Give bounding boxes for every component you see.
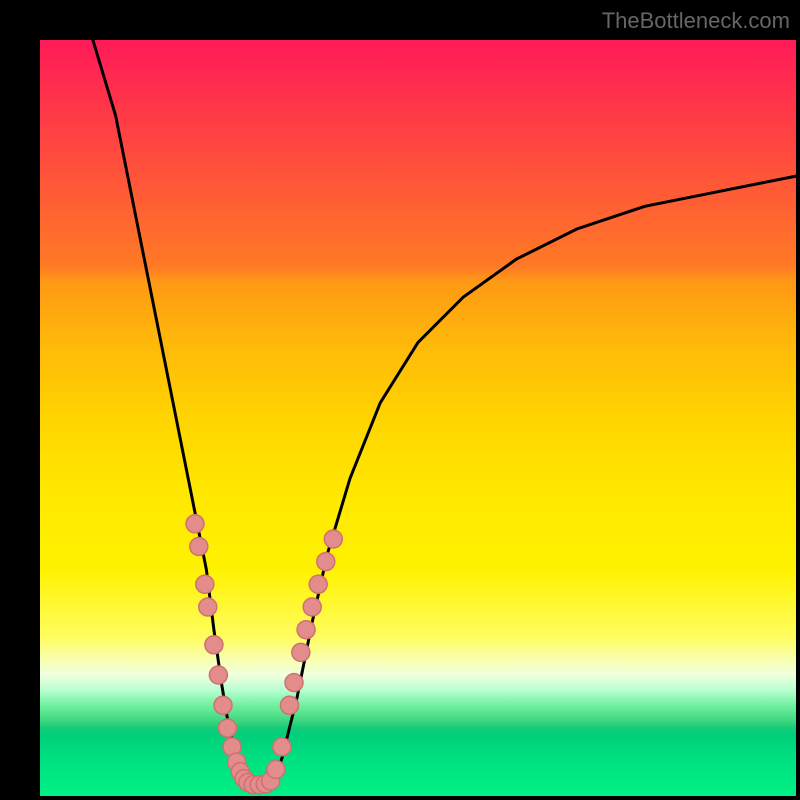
data-point <box>190 538 208 556</box>
data-point <box>309 575 327 593</box>
chart-frame: TheBottleneck.com <box>0 0 800 800</box>
bottleneck-curve <box>93 40 796 785</box>
plot-area <box>40 40 796 796</box>
data-point <box>267 761 285 779</box>
data-point <box>196 575 214 593</box>
data-point <box>199 598 217 616</box>
data-point <box>281 696 299 714</box>
data-point <box>297 621 315 639</box>
data-point <box>303 598 321 616</box>
data-point <box>186 515 204 533</box>
data-point <box>324 530 342 548</box>
watermark-text: TheBottleneck.com <box>602 8 790 34</box>
data-point <box>292 643 310 661</box>
data-point <box>219 719 237 737</box>
data-point <box>273 738 291 756</box>
data-point <box>205 636 223 654</box>
data-point <box>285 674 303 692</box>
chart-overlay <box>40 40 796 796</box>
data-point <box>317 553 335 571</box>
data-point <box>214 696 232 714</box>
data-points-group <box>186 515 342 794</box>
data-point <box>209 666 227 684</box>
